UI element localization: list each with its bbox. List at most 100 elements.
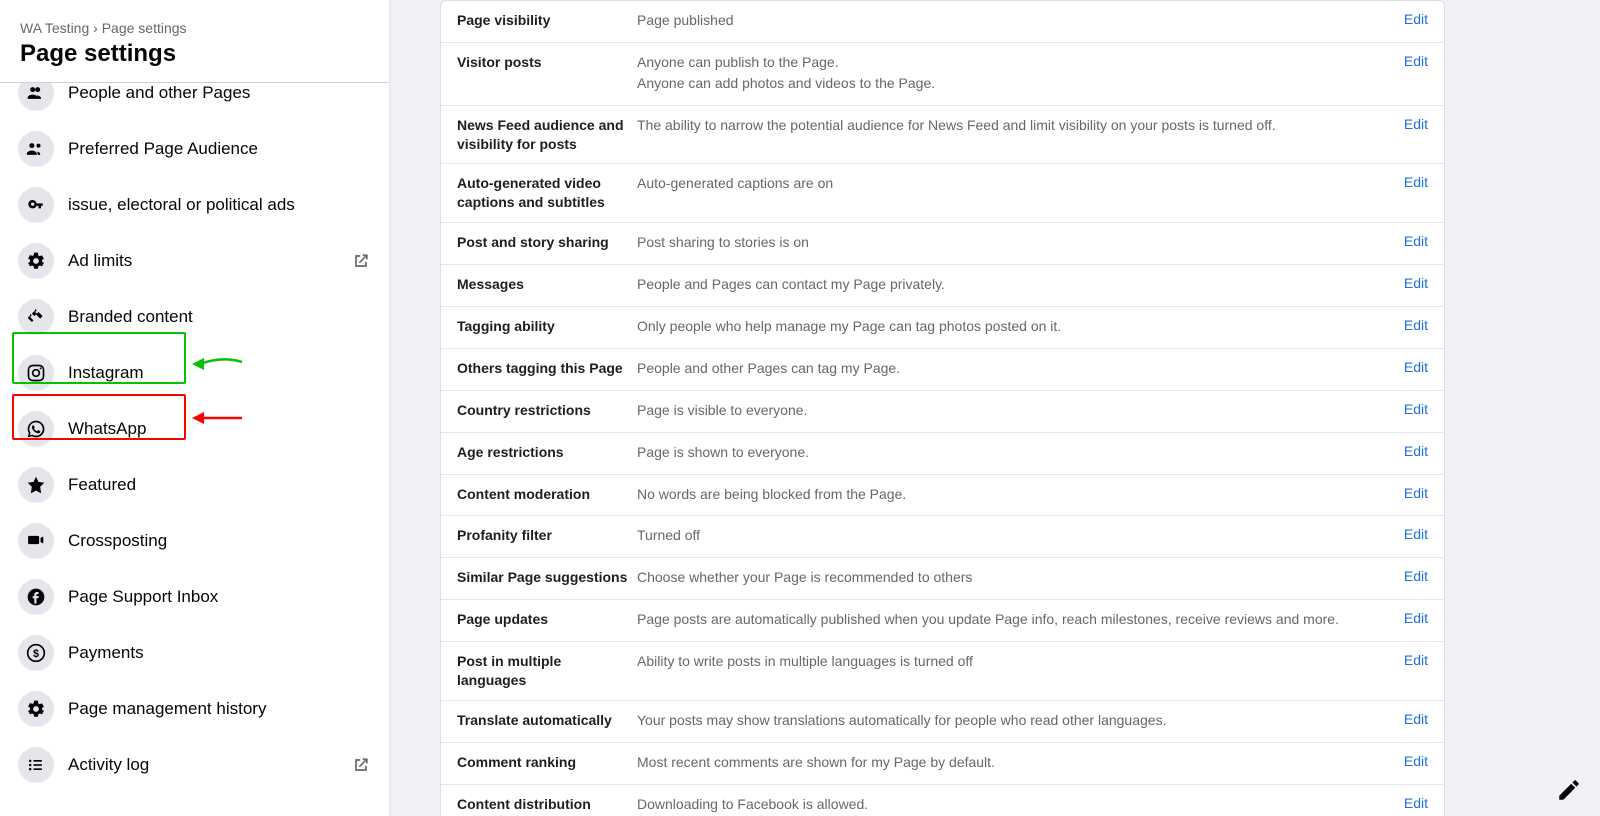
setting-value: Most recent comments are shown for my Pa… — [637, 753, 1390, 774]
settings-main: Page visibilityPage publishedEditVisitor… — [390, 0, 1600, 816]
sidebar-item-whatsapp[interactable]: WhatsApp — [10, 401, 379, 457]
edit-link[interactable]: Edit — [1404, 233, 1428, 249]
setting-value-text: Choose whether your Page is recommended … — [637, 568, 1390, 587]
edit-link[interactable]: Edit — [1404, 359, 1428, 375]
breadcrumb: WA Testing › Page settings — [20, 20, 369, 36]
sidebar-item-label: Payments — [68, 643, 144, 663]
video-icon — [18, 523, 54, 559]
compose-icon[interactable] — [1556, 777, 1582, 808]
setting-label: Content distribution — [457, 795, 637, 814]
setting-value-text: Ability to write posts in multiple langu… — [637, 652, 1390, 671]
setting-label: Translate automatically — [457, 711, 637, 730]
setting-value: Page published — [637, 11, 1390, 32]
setting-value-text: Page is shown to everyone. — [637, 443, 1390, 462]
edit-link[interactable]: Edit — [1404, 116, 1428, 132]
setting-value: Page is shown to everyone. — [637, 443, 1390, 464]
sidebar: WA Testing › Page settings Page settings… — [0, 0, 390, 816]
setting-value-text: Page published — [637, 11, 1390, 30]
setting-value-text: Your posts may show translations automat… — [637, 711, 1390, 730]
whatsapp-icon — [18, 411, 54, 447]
edit-link[interactable]: Edit — [1404, 795, 1428, 811]
sidebar-item-label: Page management history — [68, 699, 266, 719]
edit-link[interactable]: Edit — [1404, 443, 1428, 459]
settings-card: Page visibilityPage publishedEditVisitor… — [440, 0, 1445, 816]
setting-value: Downloading to Facebook is allowed. — [637, 795, 1390, 816]
sidebar-item-payments[interactable]: Payments — [10, 625, 379, 681]
facebook-icon — [18, 579, 54, 615]
sidebar-item-label: Branded content — [68, 307, 193, 327]
setting-value-text: The ability to narrow the potential audi… — [637, 116, 1390, 135]
sidebar-item-label: Instagram — [68, 363, 144, 383]
edit-link[interactable]: Edit — [1404, 401, 1428, 417]
sidebar-item-label: Featured — [68, 475, 136, 495]
edit-link[interactable]: Edit — [1404, 652, 1428, 668]
sidebar-nav: People and other Pages Preferred Page Aud… — [0, 83, 389, 816]
sidebar-item-label: Activity log — [68, 755, 149, 775]
instagram-icon — [18, 355, 54, 391]
sidebar-item-branded-content[interactable]: Branded content — [10, 289, 379, 345]
setting-label: Post in multiple languages — [457, 652, 637, 690]
sidebar-item-label: Preferred Page Audience — [68, 139, 258, 159]
dollar-icon — [18, 635, 54, 671]
edit-link[interactable]: Edit — [1404, 11, 1428, 27]
sidebar-item-ad-limits[interactable]: Ad limits — [10, 233, 379, 289]
sidebar-item-instagram[interactable]: Instagram — [10, 345, 379, 401]
breadcrumb-leaf: Page settings — [102, 20, 187, 36]
sidebar-item-label: People and other Pages — [68, 83, 250, 103]
sidebar-item-people-pages[interactable]: People and other Pages — [10, 83, 379, 121]
key-icon — [18, 187, 54, 223]
setting-value: Page is visible to everyone. — [637, 401, 1390, 422]
setting-label: Visitor posts — [457, 53, 637, 72]
star-icon — [18, 467, 54, 503]
setting-row-visitor-posts: Visitor postsAnyone can publish to the P… — [441, 43, 1444, 106]
setting-row-profanity: Profanity filterTurned offEdit — [441, 516, 1444, 558]
edit-link[interactable]: Edit — [1404, 275, 1428, 291]
setting-row-similar: Similar Page suggestionsChoose whether y… — [441, 558, 1444, 600]
setting-value: The ability to narrow the potential audi… — [637, 116, 1390, 137]
edit-link[interactable]: Edit — [1404, 317, 1428, 333]
setting-label: Tagging ability — [457, 317, 637, 336]
edit-link[interactable]: Edit — [1404, 526, 1428, 542]
setting-label: Page visibility — [457, 11, 637, 30]
setting-value-text: Downloading to Facebook is allowed. — [637, 795, 1390, 814]
setting-value: Post sharing to stories is on — [637, 233, 1390, 254]
edit-link[interactable]: Edit — [1404, 568, 1428, 584]
setting-row-multilang: Post in multiple languagesAbility to wri… — [441, 642, 1444, 701]
setting-value-text-2: Anyone can add photos and videos to the … — [637, 74, 1390, 93]
breadcrumb-root[interactable]: WA Testing — [20, 20, 89, 36]
sidebar-item-pmh[interactable]: Page management history — [10, 681, 379, 737]
setting-value-text: Page posts are automatically published w… — [637, 610, 1390, 629]
sidebar-item-label: Page Support Inbox — [68, 587, 218, 607]
setting-value: Anyone can publish to the Page.Anyone ca… — [637, 53, 1390, 95]
handshake-icon — [18, 299, 54, 335]
setting-value-text: Page is visible to everyone. — [637, 401, 1390, 420]
people-icon — [18, 83, 54, 111]
edit-link[interactable]: Edit — [1404, 610, 1428, 626]
edit-link[interactable]: Edit — [1404, 174, 1428, 190]
setting-value: Auto-generated captions are on — [637, 174, 1390, 195]
setting-value: People and other Pages can tag my Page. — [637, 359, 1390, 380]
sidebar-item-featured[interactable]: Featured — [10, 457, 379, 513]
sidebar-item-crossposting[interactable]: Crossposting — [10, 513, 379, 569]
edit-link[interactable]: Edit — [1404, 53, 1428, 69]
sidebar-item-support-inbox[interactable]: Page Support Inbox — [10, 569, 379, 625]
edit-link[interactable]: Edit — [1404, 711, 1428, 727]
setting-value: People and Pages can contact my Page pri… — [637, 275, 1390, 296]
external-link-icon — [351, 251, 371, 271]
setting-row-moderation: Content moderationNo words are being blo… — [441, 475, 1444, 517]
setting-row-auto-captions: Auto-generated video captions and subtit… — [441, 164, 1444, 223]
sidebar-item-activity-log[interactable]: Activity log — [10, 737, 379, 793]
sidebar-item-preferred-aud[interactable]: Preferred Page Audience — [10, 121, 379, 177]
setting-row-age: Age restrictionsPage is shown to everyon… — [441, 433, 1444, 475]
setting-label: Age restrictions — [457, 443, 637, 462]
setting-label: Auto-generated video captions and subtit… — [457, 174, 637, 212]
setting-row-updates: Page updatesPage posts are automatically… — [441, 600, 1444, 642]
setting-value: Your posts may show translations automat… — [637, 711, 1390, 732]
setting-value-text: People and other Pages can tag my Page. — [637, 359, 1390, 378]
edit-link[interactable]: Edit — [1404, 485, 1428, 501]
setting-value-text: Turned off — [637, 526, 1390, 545]
setting-row-visibility: Page visibilityPage published Edit — [441, 1, 1444, 43]
setting-label: Messages — [457, 275, 637, 294]
sidebar-item-political-ads[interactable]: issue, electoral or political ads — [10, 177, 379, 233]
edit-link[interactable]: Edit — [1404, 753, 1428, 769]
